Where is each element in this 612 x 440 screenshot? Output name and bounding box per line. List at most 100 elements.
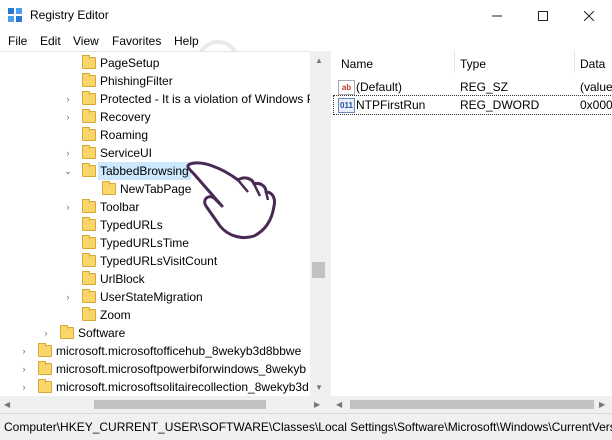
folder-icon <box>82 109 96 123</box>
tree-item-label: PageSetup <box>100 56 160 70</box>
value-type: REG_SZ <box>460 80 509 94</box>
tree-item-label: TabbedBrowsing <box>98 162 191 180</box>
tree-item[interactable]: › microsoft.microsoftofficehub_8wekyb3d8b… <box>0 342 310 360</box>
scroll-up-arrow-icon[interactable]: ▲ <box>315 56 323 65</box>
close-icon <box>584 10 594 21</box>
folder-icon <box>102 181 116 195</box>
dword-value-icon: 011 <box>338 98 355 113</box>
tree-item-label: ServiceUI <box>100 146 153 160</box>
tree-item-label: Recovery <box>100 110 151 124</box>
expand-chevron-icon[interactable]: › <box>62 198 74 216</box>
expand-chevron-icon[interactable]: › <box>18 360 30 378</box>
expand-chevron-icon[interactable]: › <box>62 90 74 108</box>
tree-item-label: NewTabPage <box>120 182 192 196</box>
tree-item-label: microsoft.microsoftofficehub_8wekyb3d8bb… <box>56 344 302 358</box>
scroll-left-arrow-icon[interactable]: ◀ <box>4 400 10 409</box>
menu-view[interactable]: View <box>73 34 99 48</box>
tree-item[interactable]: Roaming <box>0 126 310 144</box>
tree-item-label: TypedURLsVisitCount <box>100 254 218 268</box>
tree-item-label: Zoom <box>100 308 131 322</box>
tree-item-label: microsoft.microsoftsolitairecollection_8… <box>56 380 309 394</box>
folder-icon <box>82 127 96 141</box>
folder-icon <box>38 361 52 375</box>
registry-editor-icon <box>8 8 22 22</box>
maximize-button[interactable] <box>520 0 566 31</box>
minimize-button[interactable] <box>474 0 520 31</box>
tree-item[interactable]: › Recovery <box>0 108 310 126</box>
tree-vertical-scrollbar[interactable] <box>310 51 327 396</box>
tree-item[interactable]: › microsoft.microsoftpowerbiforwindows_8w… <box>0 360 310 378</box>
expand-chevron-icon[interactable]: › <box>62 144 74 162</box>
tree-item-label: PhishingFilter <box>100 74 173 88</box>
tree-horizontal-scroll-thumb[interactable] <box>94 400 266 409</box>
value-type: REG_DWORD <box>460 98 540 112</box>
scroll-left-arrow-icon[interactable]: ◀ <box>336 400 342 409</box>
column-header-type[interactable]: Type <box>460 57 486 71</box>
tree-item-label: microsoft.microsoftpowerbiforwindows_8we… <box>56 362 307 376</box>
column-header-data[interactable]: Data <box>580 57 605 71</box>
folder-icon <box>82 271 96 285</box>
tree-item-label: Protected - It is a violation of Windows… <box>100 92 310 106</box>
folder-icon <box>82 199 96 213</box>
expand-chevron-icon[interactable]: › <box>18 342 30 360</box>
folder-icon <box>82 91 96 105</box>
column-separator[interactable] <box>454 51 455 73</box>
menu-edit[interactable]: Edit <box>40 34 61 48</box>
tree-item[interactable]: › Software <box>0 324 310 342</box>
folder-icon <box>82 289 96 303</box>
folder-icon <box>82 73 96 87</box>
value-name: (Default) <box>356 80 403 94</box>
minimize-icon <box>492 15 502 16</box>
tree-vertical-scroll-thumb[interactable] <box>312 262 325 278</box>
title-bar: Registry Editor <box>0 0 612 31</box>
status-bar: Computer\HKEY_CURRENT_USER\SOFTWARE\Clas… <box>0 413 612 440</box>
scroll-right-arrow-icon[interactable]: ▶ <box>599 400 605 409</box>
folder-icon <box>60 325 74 339</box>
tree-item-label: Software <box>78 326 126 340</box>
column-header-name[interactable]: Name <box>341 57 373 71</box>
expand-chevron-icon[interactable]: › <box>62 108 74 126</box>
tree-item[interactable]: › UserStateMigration <box>0 288 310 306</box>
tree-item-label: UrlBlock <box>100 272 145 286</box>
value-row-ntpfirstrun[interactable]: 011 NTPFirstRun REG_DWORD 0x000 <box>333 95 612 115</box>
tree-item-label: UserStateMigration <box>100 290 203 304</box>
tree-item[interactable]: UrlBlock <box>0 270 310 288</box>
folder-icon <box>82 55 96 69</box>
expand-chevron-icon[interactable]: › <box>40 324 52 342</box>
menu-favorites[interactable]: Favorites <box>112 34 161 48</box>
expand-chevron-icon[interactable]: › <box>62 288 74 306</box>
folder-icon <box>82 307 96 321</box>
tree-item[interactable]: PhishingFilter <box>0 72 310 90</box>
maximize-icon <box>538 10 548 21</box>
menu-file[interactable]: File <box>8 34 27 48</box>
values-horizontal-scroll-thumb[interactable] <box>350 400 594 409</box>
expand-chevron-icon[interactable]: › <box>18 378 30 396</box>
tree-item-label: TypedURLs <box>100 218 163 232</box>
folder-icon <box>82 253 96 267</box>
tree-item-label: Roaming <box>100 128 149 142</box>
tree-item[interactable]: PageSetup <box>0 54 310 72</box>
tree-item-label: Toolbar <box>100 200 140 214</box>
scroll-right-arrow-icon[interactable]: ▶ <box>314 400 320 409</box>
string-value-icon: ab <box>338 80 355 95</box>
column-separator[interactable] <box>574 51 575 73</box>
value-row-default[interactable]: ab (Default) REG_SZ (value <box>334 78 612 96</box>
tree-item[interactable]: › Protected - It is a violation of Window… <box>0 90 310 108</box>
collapse-chevron-icon[interactable]: ⌄ <box>62 162 74 180</box>
tree-item[interactable]: Zoom <box>0 306 310 324</box>
tree-item[interactable]: TypedURLsVisitCount <box>0 252 310 270</box>
folder-icon <box>38 343 52 357</box>
key-path: Computer\HKEY_CURRENT_USER\SOFTWARE\Clas… <box>4 420 612 434</box>
pointing-hand-icon <box>186 161 276 240</box>
close-button[interactable] <box>566 0 612 31</box>
tree-item[interactable]: › microsoft.microsoftsolitairecollection_… <box>0 378 310 396</box>
scroll-down-arrow-icon[interactable]: ▼ <box>315 383 323 392</box>
value-name: NTPFirstRun <box>356 98 426 112</box>
